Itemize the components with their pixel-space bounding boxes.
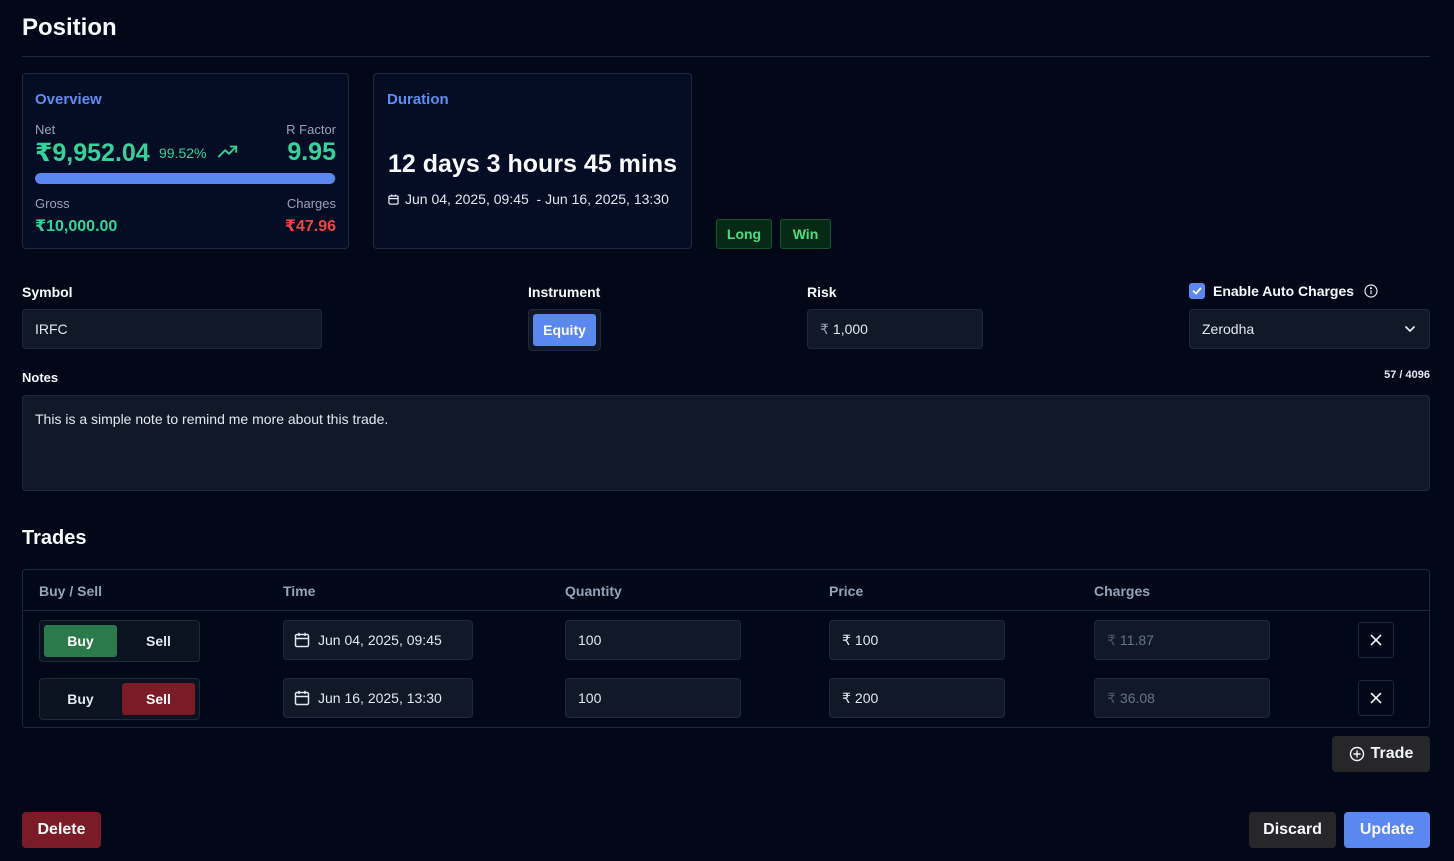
duration-card: Duration 12 days 3 hours 45 mins Jun 04,…	[373, 73, 692, 249]
calendar-icon	[388, 193, 399, 205]
column-header-quantity: Quantity	[565, 583, 622, 599]
quantity-value: 100	[578, 690, 602, 706]
time-value: Jun 04, 2025, 09:45	[318, 632, 442, 648]
broker-value: Zerodha	[1202, 321, 1255, 337]
time-input[interactable]: Jun 04, 2025, 09:45	[283, 620, 473, 660]
sell-option[interactable]: Sell	[122, 683, 195, 715]
column-header-price: Price	[829, 583, 864, 599]
trades-table-header: Buy / Sell Time Quantity Price Charges	[23, 570, 1429, 611]
duration-range: Jun 04, 2025, 09:45 - Jun 16, 2025, 13:3…	[388, 191, 669, 207]
remove-trade-button[interactable]	[1358, 622, 1394, 658]
duration-text: 12 days 3 hours 45 mins	[387, 150, 678, 178]
price-value: 100	[854, 632, 879, 648]
symbol-input[interactable]: IRFC	[22, 309, 322, 349]
page-title: Position	[22, 14, 117, 41]
quantity-input[interactable]: 100	[565, 620, 741, 660]
price-input[interactable]: ₹ 200	[829, 678, 1005, 718]
time-value: Jun 16, 2025, 13:30	[318, 690, 442, 706]
charges-value: 11.87	[1119, 632, 1154, 648]
quantity-value: 100	[578, 632, 602, 648]
notes-value: This is a simple note to remind me more …	[35, 411, 389, 427]
title-divider	[22, 56, 1430, 57]
discard-button[interactable]: Discard	[1249, 812, 1336, 848]
auto-charges-label[interactable]: Enable Auto Charges	[1213, 283, 1354, 299]
risk-value: 1,000	[832, 321, 868, 337]
buy-option[interactable]: Buy	[44, 625, 117, 657]
add-trade-label: Trade	[1370, 745, 1414, 762]
instrument-equity-option[interactable]: Equity	[533, 314, 596, 346]
column-header-side: Buy / Sell	[39, 583, 103, 599]
charges-input: ₹ 36.08	[1094, 678, 1270, 718]
trade-row: Buy Sell Jun 04, 2025, 09:45 100 ₹ 100 ₹…	[23, 615, 1429, 665]
close-icon	[1370, 634, 1382, 646]
charges-label: Charges	[286, 196, 336, 211]
close-icon	[1370, 692, 1382, 704]
charges-input: ₹ 11.87	[1094, 620, 1270, 660]
duration-range-text: Jun 04, 2025, 09:45 - Jun 16, 2025, 13:3…	[405, 191, 669, 207]
check-icon	[1192, 287, 1202, 295]
instrument-toggle: Equity	[528, 309, 601, 351]
charges-value: 36.08	[1119, 690, 1155, 706]
net-progress-bar	[35, 173, 336, 184]
auto-charges-row: Enable Auto Charges	[1189, 283, 1378, 299]
r-factor-label: R Factor	[286, 122, 336, 137]
overview-title: Overview	[35, 91, 102, 108]
net-label: Net	[35, 122, 56, 137]
buy-option[interactable]: Buy	[44, 683, 117, 715]
risk-input[interactable]: ₹ 1,000	[807, 309, 983, 349]
plus-circle-icon	[1349, 746, 1364, 762]
result-tag: Win	[780, 219, 831, 249]
sell-option[interactable]: Sell	[122, 625, 195, 657]
add-trade-button[interactable]: Trade	[1332, 736, 1430, 772]
auto-charges-checkbox[interactable]	[1189, 283, 1205, 299]
risk-label: Risk	[807, 284, 837, 300]
chevron-down-icon	[1405, 326, 1415, 332]
trades-title: Trades	[22, 527, 87, 549]
calendar-icon	[294, 632, 310, 648]
charges-currency: ₹	[1107, 631, 1116, 648]
side-toggle: Buy Sell	[39, 678, 200, 720]
overview-card: Overview Net R Factor ₹9,952.04 99.52% 9…	[22, 73, 349, 249]
notes-label: Notes	[22, 370, 59, 385]
net-percent: 99.52%	[159, 145, 207, 161]
instrument-label: Instrument	[528, 284, 601, 300]
net-progress-fill	[35, 173, 335, 184]
duration-title: Duration	[387, 91, 449, 108]
risk-currency: ₹	[820, 320, 829, 337]
gross-value: ₹10,000.00	[35, 218, 118, 235]
trade-row: Buy Sell Jun 16, 2025, 13:30 100 ₹ 200 ₹…	[23, 673, 1429, 723]
calendar-icon	[294, 690, 310, 706]
time-input[interactable]: Jun 16, 2025, 13:30	[283, 678, 473, 718]
side-toggle: Buy Sell	[39, 620, 200, 662]
symbol-label: Symbol	[22, 284, 73, 300]
price-currency: ₹	[842, 689, 851, 706]
net-value: ₹9,952.04	[35, 139, 150, 167]
remove-trade-button[interactable]	[1358, 680, 1394, 716]
notes-char-count: 57 / 4096	[1384, 369, 1430, 381]
notes-textarea[interactable]: This is a simple note to remind me more …	[22, 395, 1430, 491]
update-button[interactable]: Update	[1344, 812, 1430, 848]
price-input[interactable]: ₹ 100	[829, 620, 1005, 660]
symbol-value: IRFC	[35, 321, 68, 337]
quantity-input[interactable]: 100	[565, 678, 741, 718]
gross-label: Gross	[35, 196, 70, 211]
price-currency: ₹	[842, 631, 851, 648]
r-factor-value: 9.95	[287, 138, 336, 166]
broker-select[interactable]: Zerodha	[1189, 309, 1430, 349]
column-header-charges: Charges	[1094, 583, 1151, 599]
charges-currency: ₹	[1107, 689, 1116, 706]
delete-button[interactable]: Delete	[22, 812, 101, 848]
charges-value: ₹47.96	[284, 218, 336, 235]
info-icon[interactable]	[1364, 284, 1378, 298]
trend-up-icon	[217, 145, 238, 158]
direction-tag: Long	[716, 219, 772, 249]
column-header-time: Time	[283, 583, 316, 599]
trades-table: Buy / Sell Time Quantity Price Charges B…	[22, 569, 1430, 728]
price-value: 200	[854, 690, 879, 706]
